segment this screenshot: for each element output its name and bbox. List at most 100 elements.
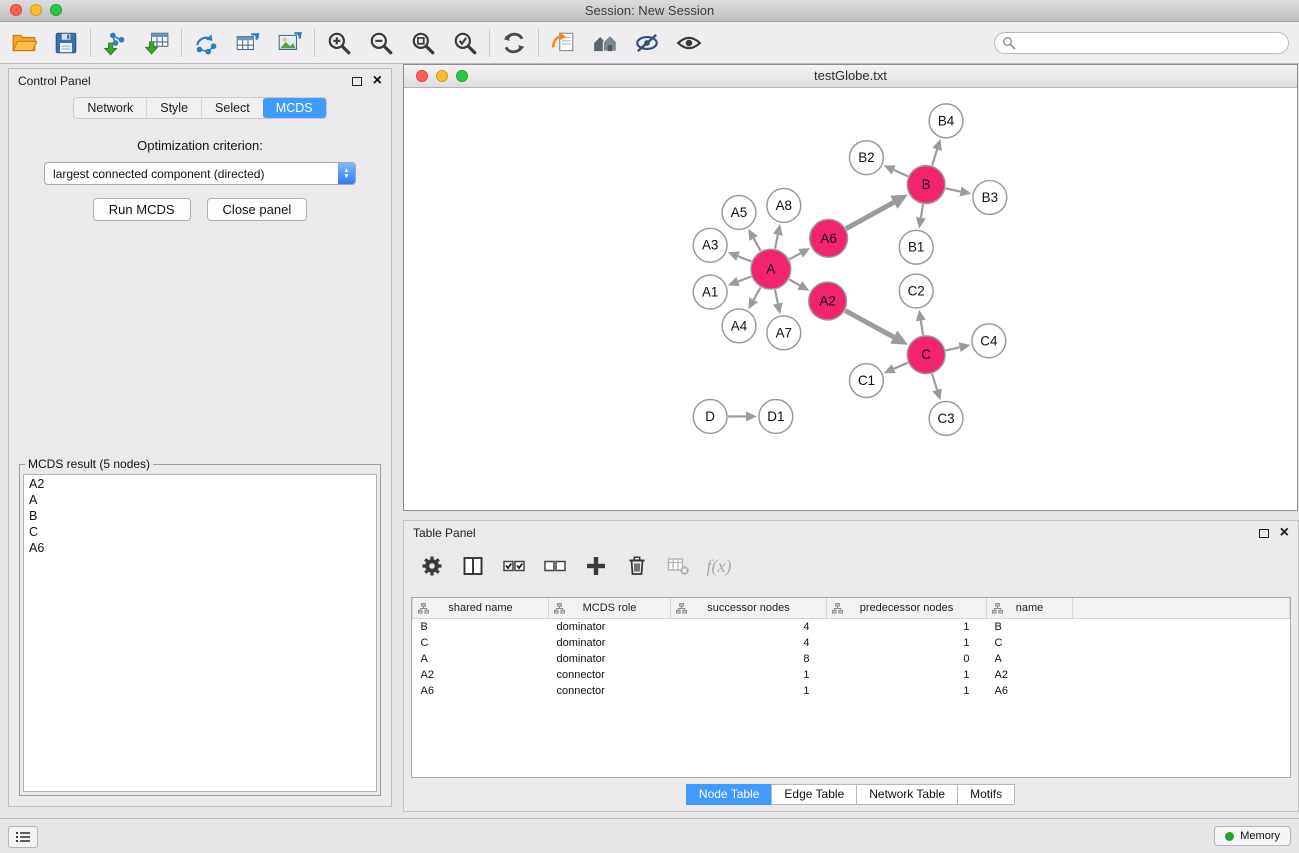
table-row[interactable]: A6connector11A6: [413, 683, 1290, 699]
graph-node-A2[interactable]: A2: [809, 282, 847, 320]
graph-node-B[interactable]: B: [907, 166, 945, 204]
export-network-icon[interactable]: [192, 29, 220, 57]
graph-node-C1[interactable]: C1: [850, 364, 884, 398]
graph-node-D1[interactable]: D1: [759, 400, 793, 434]
float-panel-icon[interactable]: [352, 77, 362, 86]
column-header-name[interactable]: name: [987, 598, 1073, 619]
graph-node-C3[interactable]: C3: [929, 402, 963, 436]
table-row[interactable]: Bdominator41B: [413, 619, 1290, 636]
result-item[interactable]: B: [29, 508, 371, 524]
graph-node-C[interactable]: C: [907, 336, 945, 374]
graph-node-A[interactable]: A: [751, 249, 791, 289]
graph-edge-A-A7[interactable]: [775, 290, 778, 304]
graph-edge-B-B1[interactable]: [921, 204, 923, 218]
graph-node-B4[interactable]: B4: [929, 104, 963, 138]
graph-node-B1[interactable]: B1: [899, 230, 933, 264]
table-row[interactable]: Adominator80A: [413, 651, 1290, 667]
graph-node-A7[interactable]: A7: [767, 316, 801, 350]
select-all-icon[interactable]: [502, 554, 526, 578]
graph-edge-C-C4[interactable]: [946, 347, 960, 350]
graph-edge-B-B2[interactable]: [894, 170, 908, 176]
open-session-icon[interactable]: [10, 29, 38, 57]
show-columns-icon[interactable]: [461, 554, 485, 578]
graph-node-C2[interactable]: C2: [899, 274, 933, 308]
graph-edge-A-A1[interactable]: [738, 277, 751, 282]
criterion-dropdown[interactable]: largest connected component (directed) ▲…: [44, 162, 356, 185]
float-table-panel-icon[interactable]: [1259, 529, 1269, 538]
mcds-result-list[interactable]: A2ABCA6: [23, 474, 377, 792]
column-header-shared-name[interactable]: shared name: [413, 598, 549, 619]
result-item[interactable]: A: [29, 492, 371, 508]
network-graph[interactable]: B4 B2 B B3 A5 A8 A6 B1 A3 A A1 C2 A2 A4 A7 C4 C C1 D D1 C3: [404, 88, 1297, 510]
table-row[interactable]: Cdominator41C: [413, 635, 1290, 651]
column-header-successor-nodes[interactable]: successor nodes: [671, 598, 827, 619]
panel-menu-button[interactable]: [8, 826, 38, 848]
graph-edge-B-B3[interactable]: [946, 189, 961, 192]
tab-style[interactable]: Style: [146, 98, 201, 118]
graph-node-B3[interactable]: B3: [973, 181, 1007, 215]
show-graphics-details-icon[interactable]: [675, 29, 703, 57]
export-table-icon[interactable]: [234, 29, 262, 57]
graph-edge-A-A2[interactable]: [789, 279, 800, 285]
save-session-icon[interactable]: [52, 29, 80, 57]
settings-gear-icon[interactable]: [420, 554, 444, 578]
graph-node-A8[interactable]: A8: [767, 189, 801, 223]
delete-columns-icon[interactable]: [625, 554, 649, 578]
memory-button[interactable]: Memory: [1214, 826, 1291, 846]
close-panel-icon[interactable]: ×: [373, 74, 382, 88]
result-item[interactable]: C: [29, 524, 371, 540]
tab-edge-table[interactable]: Edge Table: [771, 784, 857, 805]
tab-network[interactable]: Network: [74, 98, 146, 118]
result-item[interactable]: A2: [29, 476, 371, 492]
import-network-from-file-icon[interactable]: [101, 29, 129, 57]
graph-node-A6[interactable]: A6: [810, 219, 848, 257]
tab-mcds[interactable]: MCDS: [263, 98, 326, 118]
export-image-icon[interactable]: [276, 29, 304, 57]
graph-edge-A2-C[interactable]: [845, 311, 894, 338]
graph-node-B2[interactable]: B2: [850, 141, 884, 175]
graph-edge-A-A4[interactable]: [754, 287, 761, 299]
run-mcds-button[interactable]: Run MCDS: [93, 198, 191, 221]
graph-node-C4[interactable]: C4: [972, 324, 1006, 358]
add-column-icon[interactable]: [584, 554, 608, 578]
import-table-from-file-icon[interactable]: [143, 29, 171, 57]
graph-edge-B-B4[interactable]: [932, 149, 937, 165]
node-table[interactable]: shared name MCDS role successor nodes pr…: [411, 597, 1291, 778]
graph-node-A1[interactable]: A1: [693, 275, 727, 309]
delete-table-icon[interactable]: [666, 554, 690, 578]
zoom-selected-icon[interactable]: [451, 29, 479, 57]
zoom-fit-icon[interactable]: [409, 29, 437, 57]
graph-node-D[interactable]: D: [693, 400, 727, 434]
tab-node-table[interactable]: Node Table: [686, 784, 773, 805]
tab-select[interactable]: Select: [201, 98, 263, 118]
refresh-icon[interactable]: [500, 29, 528, 57]
table-row[interactable]: A2connector11A2: [413, 667, 1290, 683]
graph-edge-A-A3[interactable]: [738, 256, 751, 261]
column-header-predecessor-nodes[interactable]: predecessor nodes: [827, 598, 987, 619]
zoom-in-icon[interactable]: [325, 29, 353, 57]
column-header-mcds-role[interactable]: MCDS role: [549, 598, 671, 619]
graph-edge-C-C1[interactable]: [894, 363, 908, 369]
function-builder-icon[interactable]: f(x): [707, 554, 731, 578]
graph-node-A5[interactable]: A5: [722, 195, 756, 229]
tab-motifs[interactable]: Motifs: [957, 784, 1015, 805]
result-item[interactable]: A6: [29, 540, 371, 556]
home-icon[interactable]: [591, 29, 619, 57]
graph-edge-C-C3[interactable]: [932, 374, 937, 390]
close-panel-button[interactable]: Close panel: [207, 198, 308, 221]
tab-network-table[interactable]: Network Table: [856, 784, 958, 805]
search-input[interactable]: [994, 32, 1289, 54]
zoom-out-icon[interactable]: [367, 29, 395, 57]
graph-node-A3[interactable]: A3: [693, 228, 727, 262]
graph-edge-C-C2[interactable]: [921, 321, 923, 336]
graph-edge-A-A6[interactable]: [789, 253, 800, 259]
network-canvas[interactable]: B4 B2 B B3 A5 A8 A6 B1 A3 A A1 C2 A2 A4 A7 C4 C C1 D D1 C3: [404, 88, 1297, 510]
hide-graphics-details-icon[interactable]: [633, 29, 661, 57]
close-table-panel-icon[interactable]: ×: [1280, 526, 1289, 540]
unselect-all-icon[interactable]: [543, 554, 567, 578]
graph-edge-A-A5[interactable]: [754, 238, 761, 250]
open-document-icon[interactable]: [549, 29, 577, 57]
graph-node-A4[interactable]: A4: [722, 309, 756, 343]
graph-edge-A6-B[interactable]: [846, 202, 894, 228]
graph-edge-A-A8[interactable]: [775, 235, 778, 249]
